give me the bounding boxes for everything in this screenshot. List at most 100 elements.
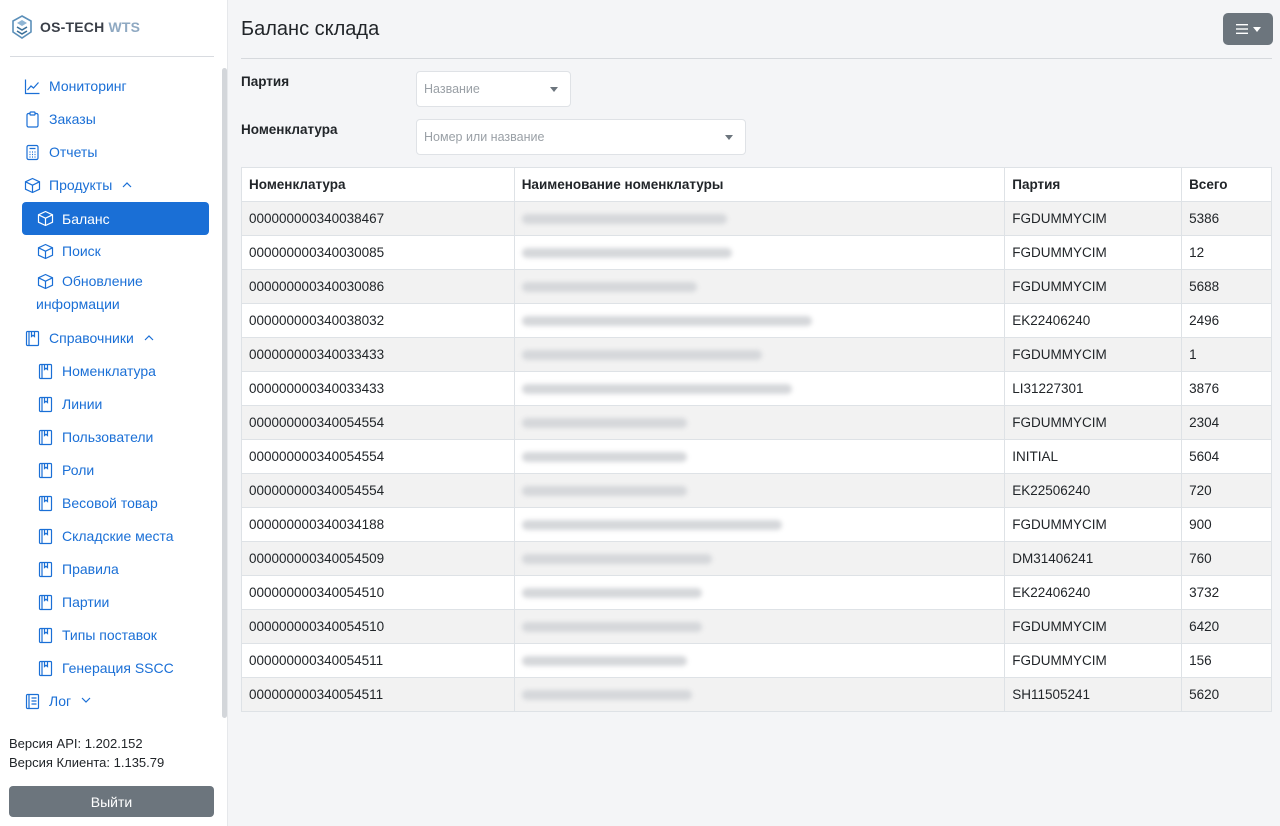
redacted-text <box>521 588 702 599</box>
table-row[interactable]: 000000000340054509 DM31406241 760 <box>241 541 1272 576</box>
table-row[interactable]: 000000000340054554 EK22506240 720 <box>241 473 1272 508</box>
sidebar-scrollbar[interactable] <box>222 68 227 718</box>
cell-name <box>513 269 1006 304</box>
column-header[interactable]: Партия <box>1004 167 1183 202</box>
sidebar-item-label: Правила <box>62 561 119 577</box>
sidebar-item-users[interactable]: Пользователи <box>37 426 207 448</box>
cell-name <box>513 371 1006 406</box>
sidebar-item-reports[interactable]: Отчеты <box>24 141 214 163</box>
sidebar-item-lines[interactable]: Линии <box>37 393 207 415</box>
book-icon <box>37 396 54 413</box>
cell-name <box>513 337 1006 372</box>
cell-nomenclature: 000000000340054511 <box>241 643 515 678</box>
cell-nomenclature: 000000000340054510 <box>241 575 515 610</box>
book-icon <box>37 594 54 611</box>
cell-total: 2304 <box>1181 405 1272 440</box>
redacted-text <box>521 690 692 701</box>
column-header[interactable]: Всего <box>1181 167 1272 202</box>
sidebar-item-orders[interactable]: Заказы <box>24 108 214 130</box>
calculator-icon <box>24 144 41 161</box>
menu-dropdown-button[interactable] <box>1223 13 1273 45</box>
sidebar-item-delivery-types[interactable]: Типы поставок <box>37 624 207 646</box>
sidebar-item-label: Поиск <box>62 243 101 259</box>
batch-select[interactable]: Название <box>416 71 571 107</box>
sidebar-item-monitoring[interactable]: Мониторинг <box>24 75 214 97</box>
table-row[interactable]: 000000000340054554 FGDUMMYCIM 2304 <box>241 405 1272 440</box>
table-row[interactable]: 000000000340030085 FGDUMMYCIM 12 <box>241 235 1272 270</box>
brand-logo[interactable]: OS-TECH WTS <box>10 14 140 40</box>
cell-batch: FGDUMMYCIM <box>1004 235 1183 270</box>
table-row[interactable]: 000000000340054510 EK22406240 3732 <box>241 575 1272 610</box>
cell-total: 12 <box>1181 235 1272 270</box>
cell-batch: EK22506240 <box>1004 473 1183 508</box>
sidebar-item-label: Номенклатура <box>62 363 156 379</box>
book-icon <box>37 363 54 380</box>
box-icon <box>37 243 54 260</box>
cell-batch: FGDUMMYCIM <box>1004 643 1183 678</box>
table-row[interactable]: 000000000340054511 SH11505241 5620 <box>241 677 1272 712</box>
sidebar-item-batches[interactable]: Партии <box>37 591 207 613</box>
cell-nomenclature: 000000000340054509 <box>241 541 515 576</box>
cell-batch: FGDUMMYCIM <box>1004 507 1183 542</box>
redacted-text <box>521 656 687 667</box>
redacted-text <box>521 452 687 463</box>
cell-nomenclature: 000000000340034188 <box>241 507 515 542</box>
client-version: Версия Клиента: 1.135.79 <box>9 755 165 770</box>
sidebar-item-warehouse-places[interactable]: Складские места <box>37 525 207 547</box>
cell-total: 900 <box>1181 507 1272 542</box>
sidebar-item-label: Весовой товар <box>62 495 158 511</box>
cell-total: 3732 <box>1181 575 1272 610</box>
chevron-down-icon <box>725 135 733 140</box>
nomenclature-filter-label: Номенклатура <box>241 122 338 137</box>
cell-name <box>513 235 1006 270</box>
table-row[interactable]: 000000000340033433 LI31227301 3876 <box>241 371 1272 406</box>
sidebar-item-balance[interactable]: Баланс <box>22 202 209 235</box>
logout-button[interactable]: Выйти <box>9 786 214 817</box>
sidebar-item-roles[interactable]: Роли <box>37 459 207 481</box>
cell-name <box>513 303 1006 338</box>
sidebar-item-label: Мониторинг <box>49 78 127 94</box>
sidebar-item-search[interactable]: Поиск <box>37 240 207 262</box>
cell-name <box>513 541 1006 576</box>
nomenclature-select[interactable]: Номер или название <box>416 119 746 155</box>
box-icon <box>24 177 41 194</box>
cell-nomenclature: 000000000340030085 <box>241 235 515 270</box>
cell-name <box>513 473 1006 508</box>
table-row[interactable]: 000000000340054510 FGDUMMYCIM 6420 <box>241 609 1272 644</box>
column-header[interactable]: Наименование номенклатуры <box>513 167 1006 202</box>
table-row[interactable]: 000000000340054554 INITIAL 5604 <box>241 439 1272 474</box>
redacted-text <box>521 520 782 531</box>
sidebar-item-label: Обновление <box>62 273 143 289</box>
cell-total: 156 <box>1181 643 1272 678</box>
book-icon <box>37 495 54 512</box>
book-icon <box>37 627 54 644</box>
cell-nomenclature: 000000000340033433 <box>241 337 515 372</box>
api-version: Версия API: 1.202.152 <box>9 736 143 751</box>
redacted-text <box>521 486 687 497</box>
cell-nomenclature: 000000000340054511 <box>241 677 515 712</box>
book-icon <box>37 561 54 578</box>
sidebar-item-products[interactable]: Продукты <box>24 174 214 196</box>
cell-name <box>513 201 1006 236</box>
column-header[interactable]: Номенклатура <box>241 167 515 202</box>
sidebar-item-update-info[interactable]: Обновление информации <box>36 273 207 315</box>
table-row[interactable]: 000000000340038032 EK22406240 2496 <box>241 303 1272 338</box>
cell-total: 6420 <box>1181 609 1272 644</box>
redacted-text <box>521 384 792 395</box>
table-row[interactable]: 000000000340030086 FGDUMMYCIM 5688 <box>241 269 1272 304</box>
sidebar-item-log[interactable]: Лог <box>24 690 214 712</box>
sidebar-item-sscc-generation[interactable]: Генерация SSCC <box>37 657 207 679</box>
brand-name: OS-TECH WTS <box>40 19 141 35</box>
cell-total: 720 <box>1181 473 1272 508</box>
sidebar-item-references[interactable]: Справочники <box>24 327 214 349</box>
table-row[interactable]: 000000000340034188 FGDUMMYCIM 900 <box>241 507 1272 542</box>
sidebar-item-nomenclature[interactable]: Номенклатура <box>37 360 207 382</box>
sidebar-item-rules[interactable]: Правила <box>37 558 207 580</box>
table-row[interactable]: 000000000340033433 FGDUMMYCIM 1 <box>241 337 1272 372</box>
page-title: Баланс склада <box>241 18 380 40</box>
table-row[interactable]: 000000000340054511 FGDUMMYCIM 156 <box>241 643 1272 678</box>
redacted-text <box>521 622 702 633</box>
cell-name <box>513 507 1006 542</box>
sidebar-item-weight-goods[interactable]: Весовой товар <box>37 492 207 514</box>
table-row[interactable]: 000000000340038467 FGDUMMYCIM 5386 <box>241 201 1272 236</box>
